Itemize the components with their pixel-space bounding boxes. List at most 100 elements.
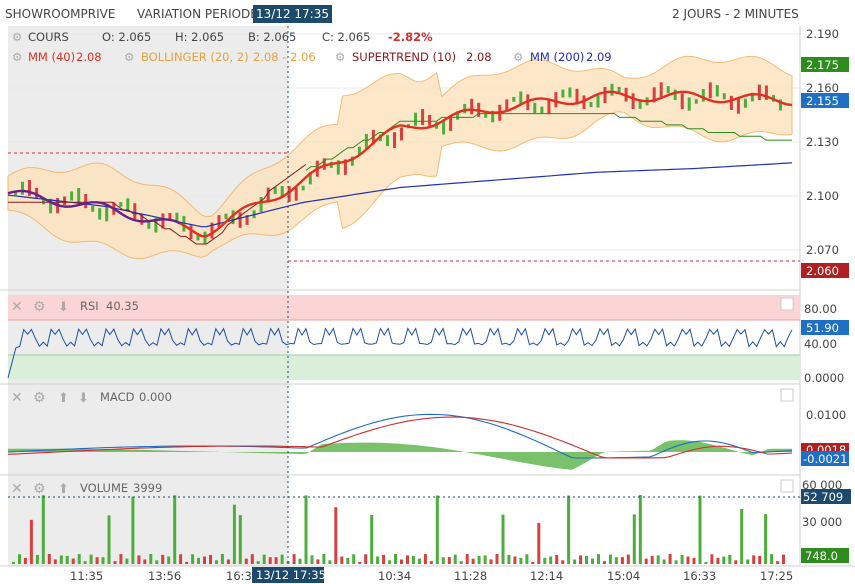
volume-checkbox[interactable] [780, 479, 794, 493]
candle [98, 208, 102, 220]
volume-bar [89, 554, 93, 564]
volume-bar [18, 554, 21, 564]
arrow-down-icon[interactable]: ⬇ [58, 300, 69, 315]
candle [393, 132, 396, 149]
volume-bar [692, 557, 696, 564]
candle [568, 87, 572, 98]
arrow-down-icon[interactable]: ⬇ [78, 391, 89, 406]
candle [63, 196, 67, 206]
arrow-up-icon[interactable]: ⬆ [58, 391, 69, 406]
x-tick-label: 13:56 [148, 569, 181, 583]
volume-bar [173, 495, 177, 564]
volume-bar [400, 559, 403, 564]
volume-bar [543, 557, 547, 564]
volume-bar [453, 554, 457, 564]
volume-bar [167, 556, 171, 564]
candle [203, 231, 207, 244]
gear-icon[interactable]: ⚙ [12, 50, 22, 64]
volume-bar [632, 514, 636, 564]
volume-bar [262, 554, 266, 564]
rsi-oversold-zone [8, 355, 800, 380]
y-tick-label: 2.160 [806, 81, 839, 95]
candle [301, 185, 305, 191]
volume-bar [662, 559, 666, 564]
close-icon[interactable]: ✕ [11, 299, 23, 315]
volume-max-badge-label: 52 709 [803, 490, 843, 504]
gear-icon[interactable]: ⚙ [33, 390, 46, 406]
volume-bar [477, 555, 481, 564]
close-icon[interactable]: ✕ [11, 481, 23, 497]
rsi-axis: 80.00 40.00 0.0000 51.90 [801, 302, 849, 385]
candle [617, 86, 621, 93]
close-value: C: 2.065 [322, 30, 370, 44]
volume-bar [746, 559, 750, 564]
volume-axis: 60 000 30 000 52 709 748.0 [801, 478, 851, 563]
volume-bar [668, 554, 672, 564]
last-price-badge-label: 2.155 [806, 94, 839, 108]
candle [147, 221, 151, 229]
close-icon[interactable]: ✕ [11, 390, 23, 406]
candle [603, 87, 607, 103]
volume-bar [125, 558, 129, 564]
rsi-tick-label: 0.0000 [804, 371, 844, 385]
x-tick-label: 10:34 [378, 569, 411, 583]
volume-bar [268, 557, 272, 564]
mm40-label: MM (40) [28, 50, 75, 64]
candle [547, 99, 551, 115]
volume-bar [161, 554, 165, 564]
volume-bar [310, 555, 314, 564]
volume-bar [435, 495, 439, 564]
candle [589, 101, 593, 108]
x-tick-label: 17:25 [760, 569, 793, 583]
change-percent: -2.82% [388, 30, 433, 44]
gear-icon[interactable]: ⚙ [33, 299, 46, 315]
volume-bar [734, 560, 738, 564]
candle [21, 181, 24, 195]
high-value: H: 2.065 [175, 30, 224, 44]
volume-bar [191, 554, 195, 564]
volume-bar [656, 555, 660, 564]
volume-bar [716, 557, 720, 564]
cours-label: COURS [28, 30, 69, 44]
volume-bar [53, 559, 57, 564]
volume-bar [674, 560, 678, 564]
volume-bar [704, 562, 708, 564]
candle [70, 191, 74, 201]
bollinger-label: BOLLINGER (20, 2) [141, 50, 249, 64]
gear-icon[interactable]: ⚙ [12, 30, 22, 44]
volume-bar [752, 555, 756, 564]
candle [400, 127, 403, 141]
volume-bar [83, 561, 87, 564]
candle [729, 95, 733, 110]
rsi-checkbox[interactable] [780, 297, 794, 311]
price-axis: 2.190 2.160 2.130 2.100 2.070 2.175 2.15… [801, 27, 849, 278]
rsi-label: RSI [80, 299, 99, 313]
volume-bar [203, 556, 206, 564]
gear-icon[interactable]: ⚙ [335, 50, 345, 64]
volume-bar [280, 554, 284, 564]
candle [757, 84, 761, 100]
volume-bar [680, 554, 684, 564]
volume-bar [441, 557, 445, 564]
volume-bar [489, 559, 493, 564]
gear-icon[interactable]: ⚙ [124, 50, 134, 64]
macd-label: MACD [100, 390, 135, 404]
volume-bar [155, 560, 159, 564]
volume-bar [394, 554, 397, 564]
volume-bar [579, 555, 583, 564]
volume-bar [382, 554, 386, 564]
candle [736, 98, 740, 114]
volume-bar [23, 557, 27, 564]
volume-bar [41, 495, 45, 564]
candle [224, 213, 228, 220]
gear-icon[interactable]: ⚙ [33, 481, 46, 497]
gear-icon[interactable]: ⚙ [513, 50, 523, 64]
stock-chart[interactable]: ⚙ COURS O: 2.065 H: 2.065 B: 2.065 C: 2.… [0, 0, 855, 584]
macd-checkbox[interactable] [780, 388, 794, 402]
arrow-up-icon[interactable]: ⬆ [58, 482, 69, 497]
volume-bar [376, 556, 380, 564]
candle [119, 202, 123, 207]
volume-bar [77, 554, 81, 564]
candle [680, 93, 684, 110]
volume-bar [47, 554, 51, 564]
